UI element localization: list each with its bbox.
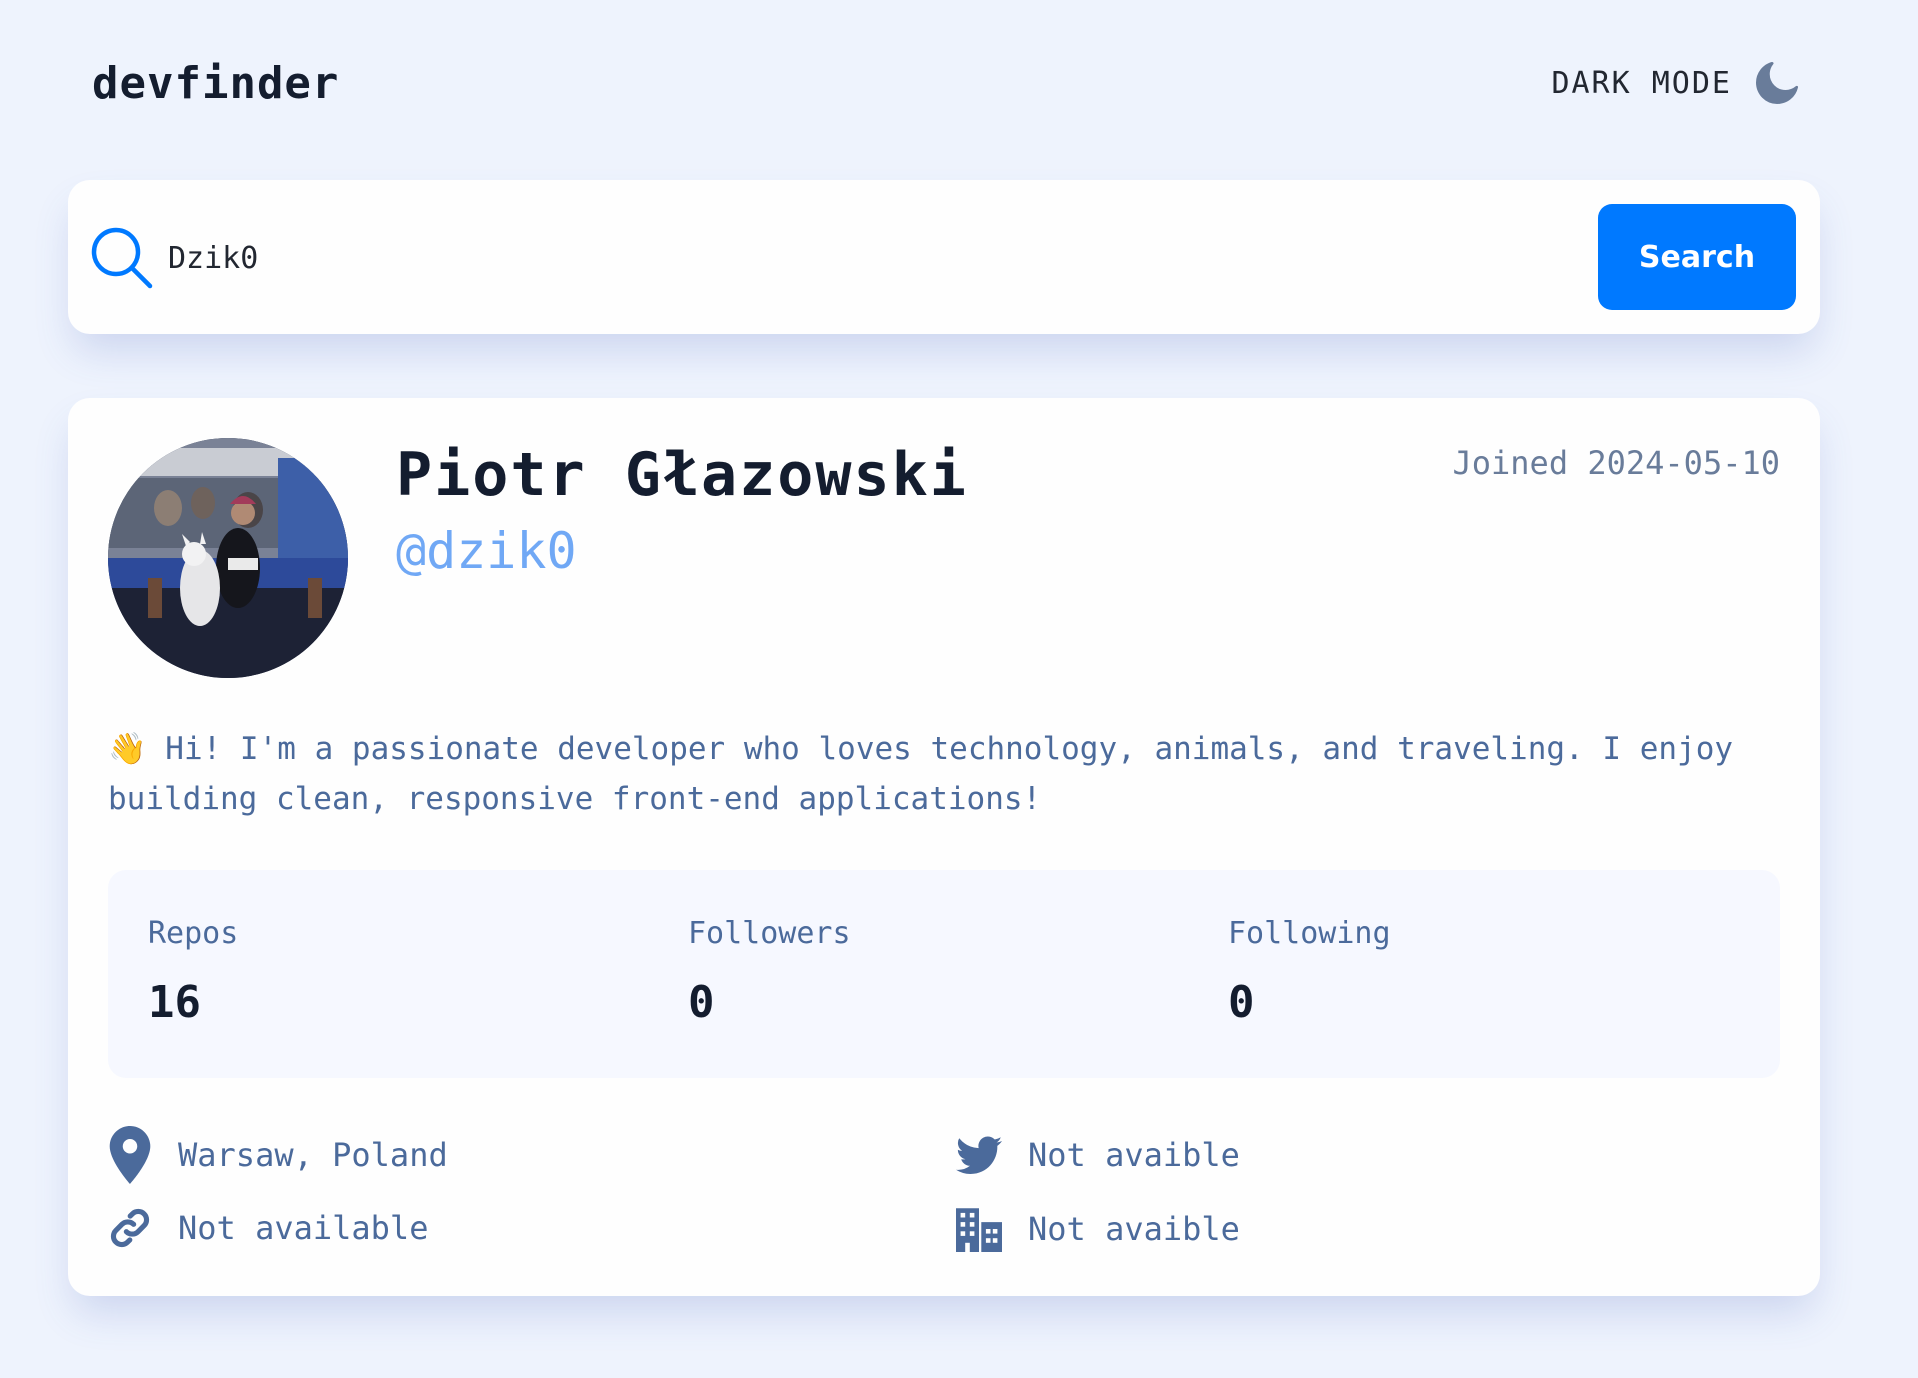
profile-bio: 👋 Hi! I'm a passionate developer who lov…	[108, 724, 1778, 824]
website-text: Not available	[178, 1209, 429, 1247]
stat-value: 0	[1228, 977, 1255, 1028]
moon-icon	[1756, 62, 1798, 104]
building-icon	[956, 1208, 1002, 1252]
stat-label: Followers	[688, 916, 851, 951]
avatar	[108, 438, 348, 678]
profile-card: Piotr Głazowski @dzik0 Joined 2024-05-10…	[68, 398, 1820, 1296]
search-icon	[91, 227, 153, 289]
stat-followers: Followers 0	[688, 916, 851, 1028]
devfinder-app: devfinder DARK MODE Search	[0, 0, 1918, 1378]
app-logo: devfinder	[92, 58, 340, 109]
info-twitter: Not avaible	[956, 1136, 1240, 1174]
search-button[interactable]: Search	[1598, 204, 1796, 310]
dark-mode-label: DARK MODE	[1551, 65, 1732, 101]
location-pin-icon	[109, 1126, 151, 1184]
twitter-text: Not avaible	[1028, 1136, 1240, 1174]
info-location: Warsaw, Poland	[108, 1126, 448, 1184]
stat-value: 0	[688, 977, 715, 1028]
joined-date: Joined 2024-05-10	[1452, 444, 1780, 482]
company-text: Not avaible	[1028, 1210, 1240, 1248]
wave-emoji: 👋	[108, 731, 147, 767]
stats-panel: Repos 16 Followers 0 Following 0	[108, 870, 1780, 1078]
stat-label: Repos	[148, 916, 239, 951]
profile-login[interactable]: @dzik0	[396, 522, 577, 580]
info-website[interactable]: Not available	[108, 1206, 428, 1250]
dark-mode-toggle[interactable]: DARK MODE	[1551, 62, 1798, 104]
link-icon	[110, 1208, 150, 1248]
stat-value: 16	[148, 977, 201, 1028]
stat-label: Following	[1228, 916, 1391, 951]
stat-repos: Repos 16	[148, 916, 238, 1028]
location-text: Warsaw, Poland	[178, 1136, 448, 1174]
info-company: Not avaible	[956, 1206, 1240, 1252]
search-bar: Search	[68, 180, 1820, 334]
avatar-photo	[108, 438, 348, 678]
stat-following: Following 0	[1228, 916, 1391, 1028]
twitter-icon	[956, 1136, 1002, 1174]
bio-text: Hi! I'm a passionate developer who loves…	[108, 731, 1734, 817]
search-input[interactable]	[168, 228, 1568, 288]
profile-name: Piotr Głazowski	[396, 440, 968, 510]
